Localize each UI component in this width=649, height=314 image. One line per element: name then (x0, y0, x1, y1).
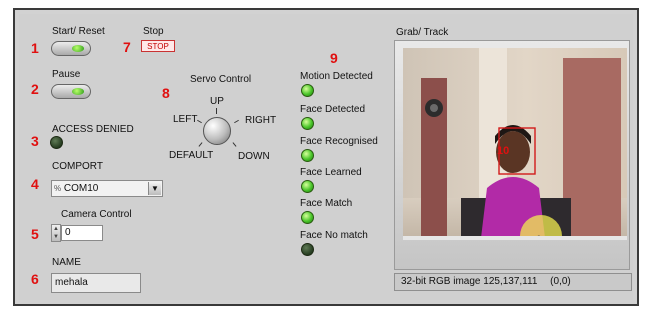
start-reset-led (72, 45, 84, 52)
chevron-down-icon[interactable]: ▼ (148, 182, 161, 195)
marker-2: 2 (31, 81, 39, 97)
camera-control-input[interactable]: 0 (61, 225, 103, 241)
right-door (563, 58, 621, 238)
servo-down-label: DOWN (238, 151, 270, 162)
face-learned-led (301, 180, 314, 193)
indicator-label-face-no-match: Face No match (300, 230, 368, 241)
camera-image[interactable]: 10 ⌕ (403, 48, 627, 238)
access-denied-label: ACCESS DENIED (52, 124, 134, 135)
pause-label: Pause (52, 69, 81, 80)
image-info-text: 32-bit RGB image 125,137,111 (401, 276, 538, 287)
servo-left-label: LEFT (173, 114, 198, 125)
marker-4: 4 (31, 176, 39, 192)
marker-9: 9 (330, 50, 338, 66)
servo-control-label: Servo Control (190, 74, 252, 85)
grab-track-label: Grab/ Track (396, 27, 449, 38)
marker-1: 1 (31, 40, 39, 56)
pause-button[interactable] (51, 84, 91, 99)
marker-7: 7 (123, 39, 131, 55)
indicator-label-face-recognised: Face Recognised (300, 136, 378, 147)
servo-tick-up (216, 108, 217, 114)
access-denied-led (50, 136, 63, 149)
face-recognised-led (301, 149, 314, 162)
comport-prefix-icon: % (54, 184, 62, 193)
start-reset-label: Start/ Reset (52, 26, 105, 37)
stop-button[interactable]: STOP (141, 40, 175, 52)
pause-led (72, 88, 84, 95)
indicator-label-face-match: Face Match (300, 198, 353, 209)
marker-10: 10 (497, 145, 509, 157)
indicator-label-face-learned: Face Learned (300, 167, 362, 178)
face-match-led (301, 211, 314, 224)
indicator-label-face-detected: Face Detected (300, 104, 366, 115)
servo-default-label: DEFAULT (169, 150, 214, 161)
name-label: NAME (52, 257, 81, 268)
servo-up-label: UP (210, 96, 224, 107)
face-no-match-led (301, 243, 314, 256)
indicator-label-motion-detected: Motion Detected (300, 71, 373, 82)
image-status-bar: 32-bit RGB image 125,137,111 (0,0) (394, 273, 632, 291)
comport-value: COM10 (63, 183, 99, 194)
face-detected-led (301, 117, 314, 130)
servo-knob[interactable] (203, 117, 231, 145)
marker-3: 3 (31, 133, 39, 149)
camera-control-label: Camera Control (61, 209, 132, 220)
marker-5: 5 (31, 226, 39, 242)
start-reset-button[interactable] (51, 41, 91, 56)
comport-select[interactable]: % COM10 ▼ (51, 180, 163, 197)
stop-label: Stop (143, 26, 164, 37)
comport-label: COMPORT (52, 161, 103, 172)
motion-detected-led (301, 84, 314, 97)
pixel-coordinates: (0,0) (550, 276, 571, 287)
marker-8: 8 (162, 85, 170, 101)
name-field: mehala (51, 273, 141, 293)
camera-stepper-icon[interactable]: ▲ ▼ (51, 224, 61, 242)
servo-right-label: RIGHT (245, 115, 277, 126)
marker-6: 6 (31, 271, 39, 287)
